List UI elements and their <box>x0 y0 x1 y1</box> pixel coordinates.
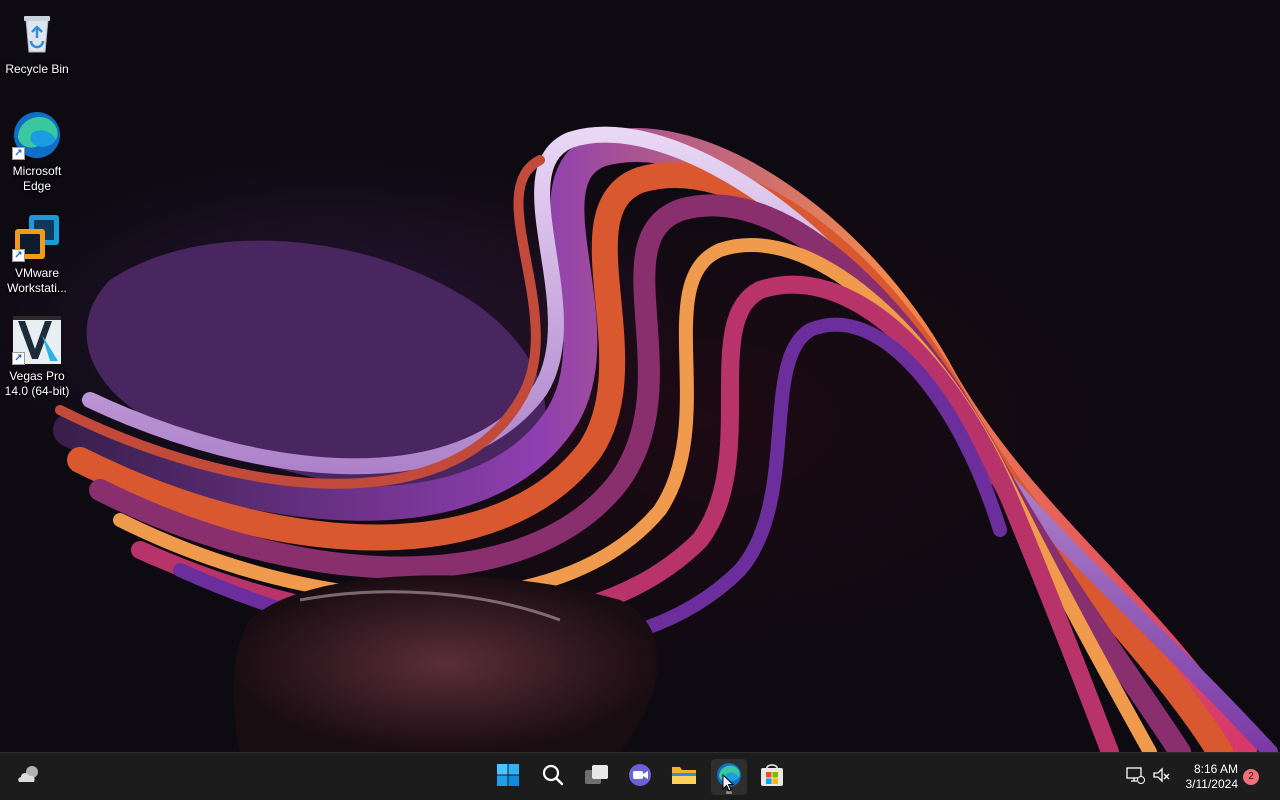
vegas-pro-icon: ↗ <box>12 315 62 365</box>
edge-icon <box>716 762 742 793</box>
shortcut-arrow-icon: ↗ <box>12 352 25 365</box>
widgets-button[interactable] <box>11 759 47 795</box>
teams-chat-icon <box>627 763 653 792</box>
task-view-icon <box>584 763 610 792</box>
store-icon <box>759 762 785 793</box>
desktop[interactable]: Recycle Bin ↗ Microsoft Edge ↗ VMware Wo… <box>0 0 1280 752</box>
desktop-icon-label: Recycle Bin <box>5 62 69 76</box>
desktop-icon-vmware-workstation[interactable]: ↗ VMware Workstati... <box>2 212 72 296</box>
desktop-icon-microsoft-edge[interactable]: ↗ Microsoft Edge <box>2 110 72 194</box>
edge-icon: ↗ <box>12 110 62 160</box>
start-button[interactable] <box>490 759 526 795</box>
desktop-icon-label: Vegas Pro 14.0 (64-bit) <box>4 369 70 398</box>
desktop-icon-vegas-pro[interactable]: ↗ Vegas Pro 14.0 (64-bit) <box>2 315 72 399</box>
file-explorer-icon <box>671 764 697 791</box>
edge-taskbar-button[interactable] <box>711 759 747 795</box>
windows-start-icon <box>496 763 520 792</box>
clock-date: 3/11/2024 <box>1185 777 1239 791</box>
shortcut-arrow-icon: ↗ <box>12 147 25 160</box>
shortcut-arrow-icon: ↗ <box>12 249 25 262</box>
volume-muted-icon <box>1152 765 1172 790</box>
network-disconnected-icon <box>1125 765 1145 790</box>
notification-badge[interactable]: 2 <box>1243 769 1259 785</box>
vmware-icon: ↗ <box>12 212 62 262</box>
desktop-icon-label: Microsoft Edge <box>12 164 62 193</box>
task-view-button[interactable] <box>579 759 615 795</box>
file-explorer-button[interactable] <box>666 759 702 795</box>
wallpaper-image <box>53 126 1278 752</box>
clock-time: 8:16 AM <box>1193 762 1238 776</box>
desktop-icon-recycle-bin[interactable]: Recycle Bin <box>2 8 72 77</box>
weather-widget-icon <box>16 764 42 791</box>
search-button[interactable] <box>535 759 571 795</box>
desktop-icon-label: VMware Workstati... <box>7 266 67 295</box>
store-button[interactable] <box>754 759 790 795</box>
taskbar: 8:16 AM 3/11/2024 2 <box>0 752 1280 800</box>
chat-button[interactable] <box>622 759 658 795</box>
search-icon <box>541 763 565 792</box>
taskbar-clock[interactable]: 8:16 AM 3/11/2024 <box>1186 762 1239 792</box>
recycle-bin-icon <box>12 8 62 58</box>
volume-button[interactable] <box>1146 759 1178 795</box>
